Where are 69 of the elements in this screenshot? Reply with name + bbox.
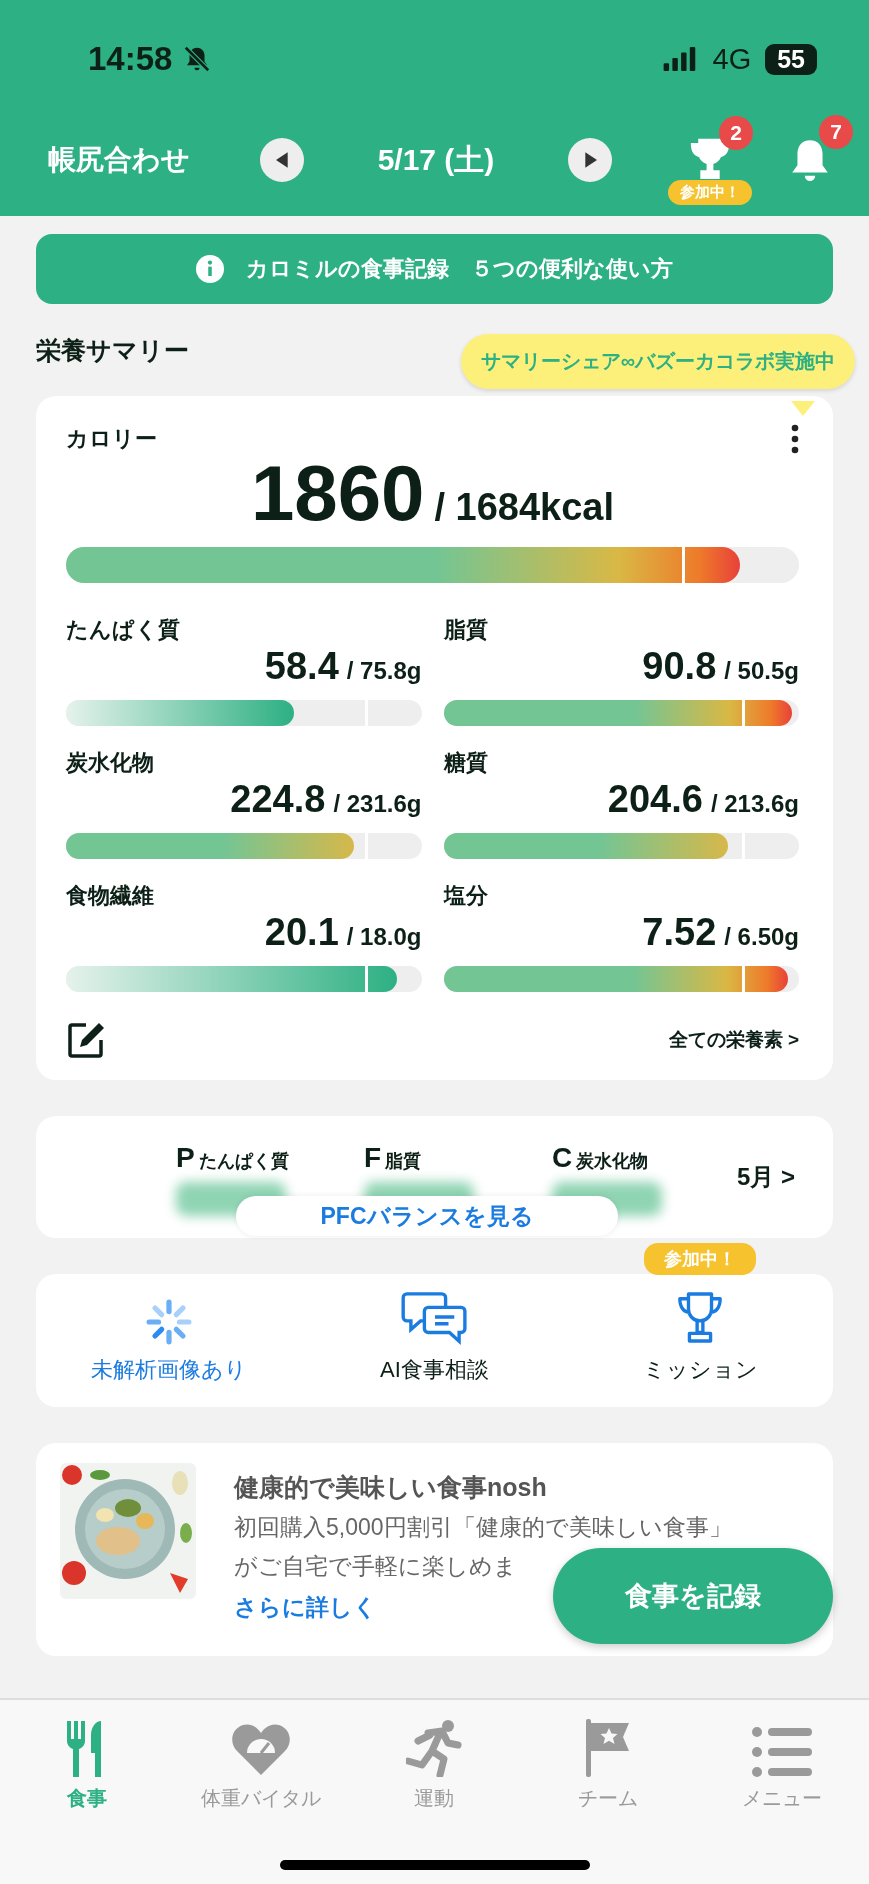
pfc-balance-button[interactable]: PFCバランスを見る — [236, 1196, 618, 1236]
nutrient-target: / 213.6g — [710, 790, 799, 818]
nutrient-value: 224.8 — [230, 778, 326, 821]
all-nutrients-link[interactable]: 全ての栄養素 > — [668, 1027, 799, 1053]
more-details-link[interactable]: さらに詳しく — [234, 1592, 377, 1623]
nutrient-label: 糖質 — [443, 749, 489, 777]
nutrient-target: / 6.50g — [724, 923, 799, 951]
edit-icon[interactable] — [66, 1020, 106, 1060]
promo-tooltip[interactable]: サマリーシェア∞バズーカコラボ実施中 — [460, 334, 855, 389]
ad-text: がご自宅で手軽に楽しめま — [234, 1552, 518, 1581]
record-meal-button[interactable]: 食事を記録 — [553, 1548, 833, 1644]
nutrient-label: たんぱく質 — [66, 616, 181, 644]
nav-tab[interactable]: 食事 — [0, 1712, 174, 1812]
nutrient-target: / 231.6g — [333, 790, 422, 818]
action-label[interactable]: ミッション — [642, 1355, 758, 1385]
action-label[interactable]: AI食事相談 — [380, 1355, 489, 1385]
nutrient-label: 脂質 — [443, 616, 489, 644]
section-title: 栄養サマリー — [36, 334, 189, 366]
network-label: 4G — [712, 42, 752, 76]
pfc-label: P たんぱく質 — [176, 1142, 290, 1174]
month-link[interactable]: 5月 > — [736, 1161, 795, 1193]
ad-title: 健康的で美味しい食事nosh — [234, 1472, 548, 1503]
nav-tab[interactable]: メニュー — [695, 1712, 869, 1812]
nutrient-label: 食物繊維 — [66, 882, 155, 910]
battery-indicator: 55 — [765, 43, 817, 75]
loading-icon[interactable] — [145, 1299, 192, 1345]
participating-tag: 参加中！ — [644, 1243, 757, 1275]
notification-badge: 2 — [719, 116, 753, 150]
nutrient-target: / 75.8g — [346, 657, 422, 685]
info-banner[interactable]: カロミルの食事記録 ５つの便利な使い方 — [36, 234, 833, 304]
nutrient-label: 炭水化物 — [66, 749, 155, 777]
pfc-label: C 炭水化物 — [552, 1142, 650, 1174]
runner-icon — [406, 1719, 463, 1777]
nutrient-value: 204.6 — [607, 778, 703, 821]
bell-icon[interactable] — [789, 137, 831, 183]
calorie-target: / 1684kcal — [434, 486, 615, 529]
nutrient-value: 20.1 — [264, 911, 339, 954]
next-day-button[interactable] — [568, 138, 612, 182]
nutrient-target: / 50.5g — [724, 657, 799, 685]
left-triangle-icon — [275, 152, 289, 168]
chat-icon[interactable] — [400, 1291, 469, 1345]
notification-badge: 7 — [819, 115, 853, 149]
nutrient-value: 7.52 — [642, 911, 717, 954]
more-icon[interactable] — [791, 424, 799, 454]
nutrient-value: 58.4 — [264, 645, 339, 688]
nav-tab[interactable]: 運動 — [347, 1712, 522, 1812]
trophy-icon[interactable] — [676, 1291, 725, 1345]
list-icon — [752, 1727, 813, 1777]
signal-icon — [662, 47, 697, 71]
calorie-label: カロリー — [66, 425, 157, 453]
previous-day-button[interactable] — [260, 138, 304, 182]
pfc-label: F 脂質 — [364, 1142, 423, 1174]
nutrient-label: 塩分 — [443, 882, 489, 910]
heart-gauge-icon — [230, 1723, 291, 1777]
calorie-value: 1860 — [250, 448, 425, 539]
banner-text: カロミルの食事記録 ５つの便利な使い方 — [246, 255, 673, 283]
trophy-icon[interactable] — [689, 138, 731, 182]
nav-tab[interactable]: チーム — [521, 1712, 696, 1812]
date-label: 5/17 (土) — [376, 141, 496, 178]
right-triangle-icon — [583, 152, 597, 168]
nutrient-target: / 18.0g — [346, 923, 422, 951]
ad-text: 初回購入5,000円割引「健康的で美味しい食事」 — [234, 1513, 732, 1542]
nav-tab[interactable]: 体重バイタル — [173, 1712, 348, 1812]
participating-tag: 参加中！ — [668, 180, 752, 205]
nutrient-value: 90.8 — [642, 645, 717, 688]
status-time: 14:58 — [88, 40, 173, 78]
action-label[interactable]: 未解析画像あり — [90, 1355, 247, 1385]
info-icon — [196, 255, 224, 283]
header-title: 帳尻合わせ — [48, 143, 191, 177]
